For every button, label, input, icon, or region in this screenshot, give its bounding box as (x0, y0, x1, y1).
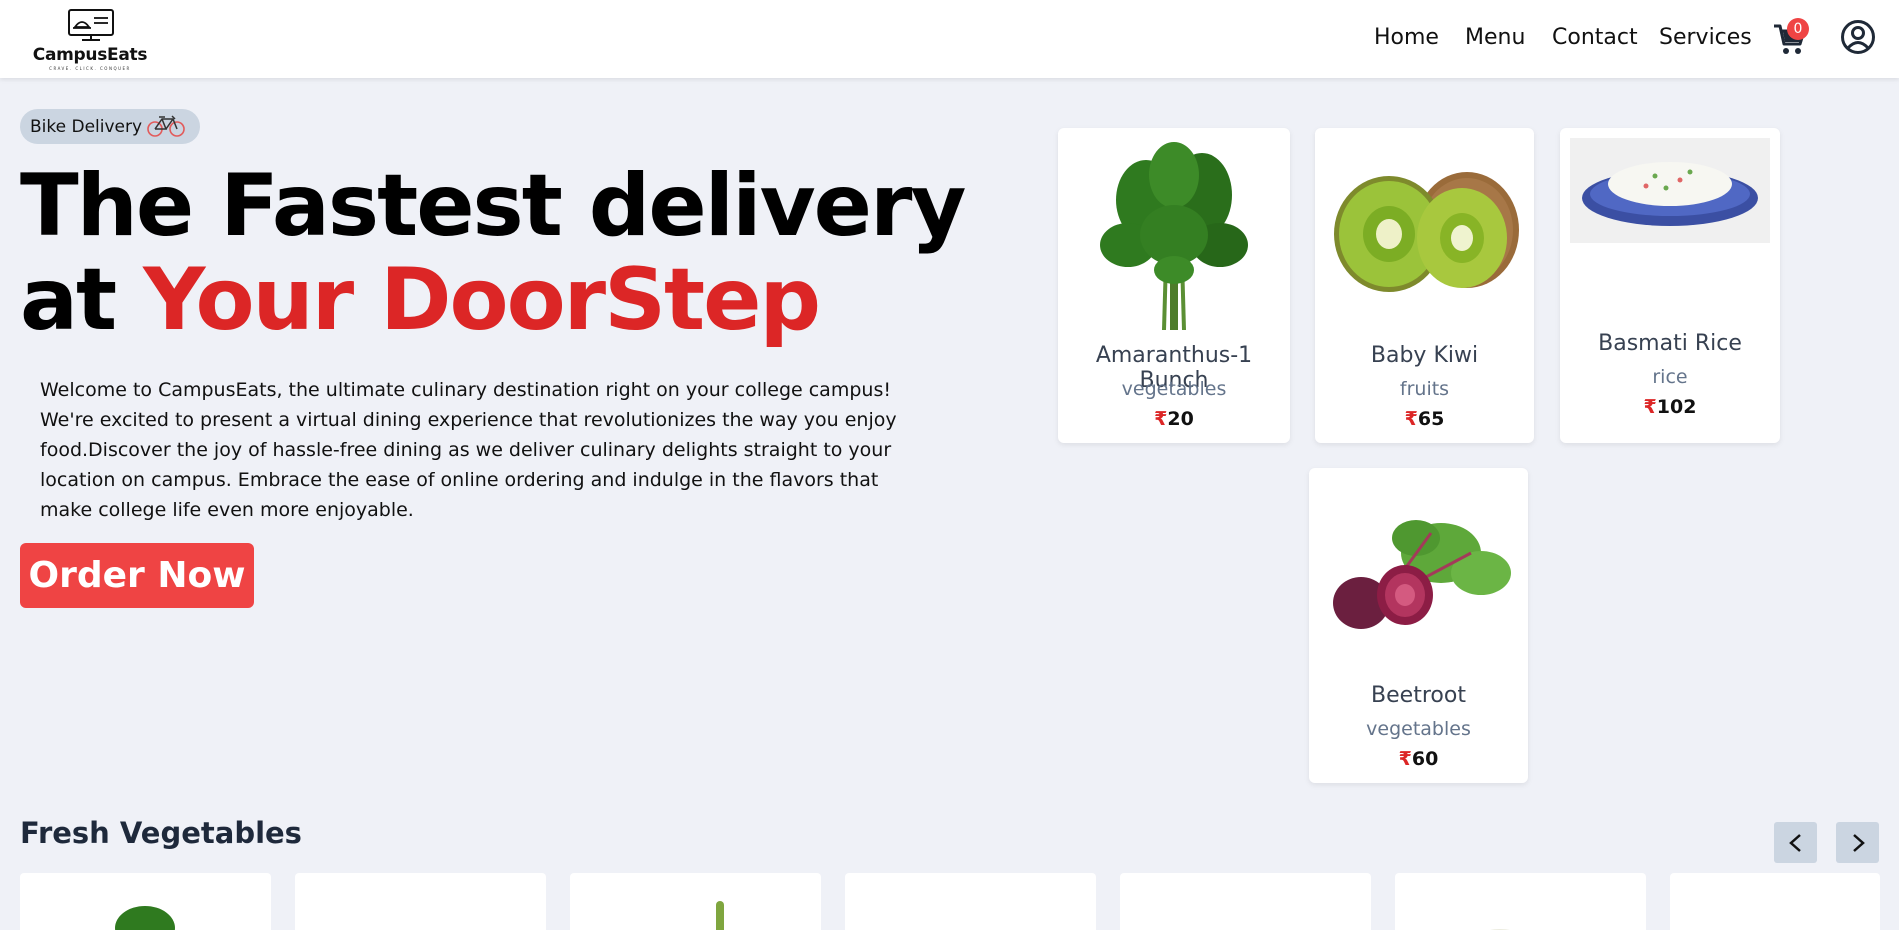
price-value: 60 (1411, 748, 1439, 770)
product-title: Baby Kiwi (1370, 343, 1479, 368)
order-now-button[interactable]: Order Now (20, 543, 254, 608)
hero-headline-line2: at Your DoorStep (20, 257, 821, 343)
product-price: ₹102 (1560, 396, 1780, 418)
product-card[interactable]: Beetroot vegetables ₹60 (1309, 468, 1528, 783)
chevron-right-icon (1853, 834, 1865, 852)
logo-name: CampusEats (32, 45, 148, 65)
carousel-card[interactable] (1670, 873, 1880, 930)
monitor-dish-icon (68, 9, 114, 41)
product-card[interactable]: Basmati Rice rice ₹102 (1560, 128, 1780, 443)
product-category: fruits (1399, 378, 1450, 400)
rice-thumbnail (1489, 929, 1511, 930)
logo-tagline: CRAVE. CLICK. CONQUER (49, 66, 131, 71)
carousel-card[interactable] (570, 873, 821, 930)
rupee-symbol: ₹ (1398, 748, 1412, 770)
bike-delivery-badge: Bike Delivery (20, 109, 200, 144)
nav-services[interactable]: Services (1659, 25, 1752, 50)
vegetable-thumbnail (1770, 923, 1810, 930)
rupee-symbol: ₹ (1154, 408, 1168, 430)
carousel-prev-button[interactable] (1774, 822, 1817, 863)
vegetable-thumbnail (405, 923, 435, 930)
product-title: Basmati Rice (1598, 331, 1742, 356)
price-value: 65 (1417, 408, 1445, 430)
campuseats-logo[interactable]: CampusEats CRAVE. CLICK. CONQUER (28, 8, 152, 72)
product-category: vegetables (1366, 718, 1471, 740)
rupee-symbol: ₹ (1643, 396, 1657, 418)
beetroot-image (1333, 520, 1511, 629)
carousel-card[interactable] (295, 873, 546, 930)
badge-label: Bike Delivery (30, 117, 143, 137)
price-value: 20 (1167, 408, 1194, 430)
user-profile-icon[interactable] (1840, 19, 1876, 55)
product-title: Beetroot (1371, 683, 1466, 708)
section-title: Fresh Vegetables (20, 816, 302, 850)
spinach-thumbnail (115, 906, 175, 930)
nav-menu[interactable]: Menu (1465, 25, 1525, 50)
cart-count-badge: 0 (1787, 18, 1809, 40)
price-value: 102 (1656, 396, 1697, 418)
headline-prefix: at (20, 250, 144, 350)
spinach-image (1100, 142, 1248, 331)
kiwi-image (1334, 172, 1519, 292)
bicycle-icon (147, 115, 185, 137)
chevron-left-icon (1789, 834, 1801, 852)
carousel-card[interactable] (1395, 873, 1646, 930)
top-navbar: CampusEats CRAVE. CLICK. CONQUER Home Me… (0, 0, 1899, 78)
product-category: vegetables (1121, 378, 1227, 400)
product-price: ₹20 (1058, 408, 1290, 430)
vegetable-thumbnail (965, 925, 1005, 930)
nav-contact[interactable]: Contact (1552, 25, 1638, 50)
carousel-card[interactable] (845, 873, 1096, 930)
carousel-card[interactable] (20, 873, 271, 930)
product-price: ₹65 (1315, 408, 1534, 430)
hero-description: Welcome to CampusEats, the ultimate culi… (40, 379, 897, 521)
product-category: rice (1652, 366, 1688, 388)
headline-highlight: Your DoorStep (143, 250, 821, 350)
rupee-symbol: ₹ (1404, 408, 1418, 430)
carousel-card[interactable] (1120, 873, 1371, 930)
carousel-next-button[interactable] (1836, 822, 1879, 863)
nav-home[interactable]: Home (1374, 25, 1439, 50)
product-price: ₹60 (1309, 748, 1528, 770)
rice-image (1570, 138, 1770, 243)
vegetable-thumbnail (716, 901, 724, 930)
hero-headline-line1: The Fastest delivery (20, 156, 966, 256)
product-card[interactable]: Baby Kiwi fruits ₹65 (1315, 128, 1534, 443)
product-card[interactable]: Amaranthus-1 Bunch vegetables ₹20 (1058, 128, 1290, 443)
